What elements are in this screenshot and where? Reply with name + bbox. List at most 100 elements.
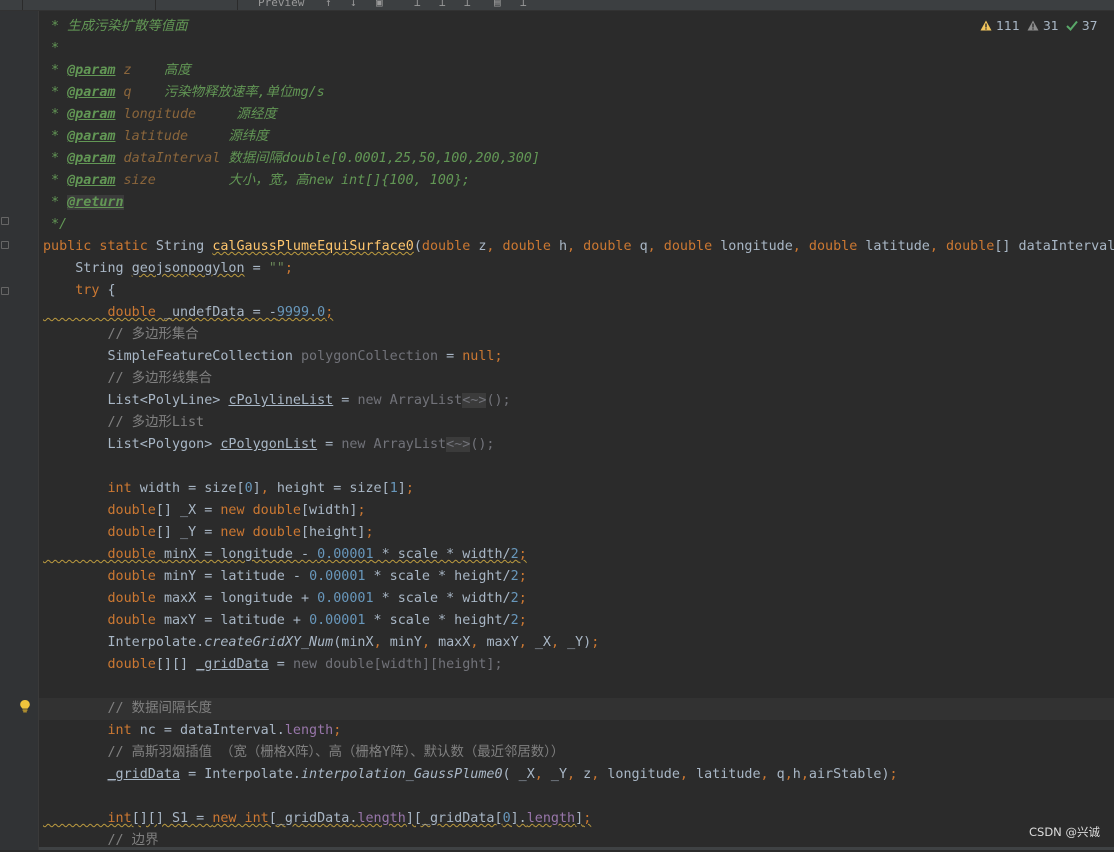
- code-token: 高度: [131, 63, 191, 78]
- code-line[interactable]: * @param size 大小，宽，高new int[]{100, 100};: [51, 170, 470, 192]
- code-line[interactable]: String geojsonpogylon = "";: [43, 258, 293, 280]
- code-token: ].: [510, 811, 527, 826]
- code-line[interactable]: double minY = latitude - 0.00001 * scale…: [43, 566, 526, 588]
- code-line[interactable]: * @param latitude 源纬度: [51, 126, 269, 148]
- code-line[interactable]: // 多边形集合: [43, 324, 199, 346]
- warnings-count: 111: [995, 18, 1020, 33]
- code-line[interactable]: * @param dataInterval 数据间隔double[0.0001,…: [51, 148, 540, 170]
- code-token: double: [43, 569, 164, 584]
- code-token: maxY = latitude +: [163, 613, 310, 628]
- code-token: @param: [67, 63, 116, 78]
- editor-tab[interactable]: [22, 0, 156, 10]
- code-token: 2: [510, 613, 519, 628]
- editor-tab[interactable]: [155, 0, 238, 10]
- fold-marker-icon[interactable]: [1, 287, 9, 295]
- align-right-icon[interactable]: ⊥: [464, 0, 471, 9]
- code-line[interactable]: double maxY = latitude + 0.00001 * scale…: [43, 610, 526, 632]
- code-token: *: [51, 195, 68, 210]
- code-line[interactable]: double[] _X = new double[width];: [43, 500, 365, 522]
- fold-marker-icon[interactable]: [1, 241, 9, 249]
- code-line[interactable]: public static String calGaussPlumeEquiSu…: [43, 236, 1114, 258]
- code-token: ,: [784, 767, 793, 782]
- fold-marker-icon[interactable]: [1, 217, 9, 225]
- code-token: (: [413, 239, 422, 254]
- code-token: cPolylineList: [228, 393, 334, 408]
- code-line[interactable]: // 数据间隔长度: [43, 698, 212, 720]
- code-token: 0.00001: [317, 591, 374, 606]
- code-token: ;: [365, 525, 374, 540]
- code-token: try: [43, 283, 108, 298]
- line-gutter[interactable]: [0, 11, 39, 850]
- code-token: // 多边形集合: [43, 327, 199, 342]
- code-token: ;: [333, 723, 342, 738]
- code-token: // 多边形线集合: [43, 371, 213, 386]
- code-line[interactable]: Interpolate.createGridXY_Num(minX, minY,…: [43, 632, 599, 654]
- preview-tab-label[interactable]: Preview: [258, 0, 304, 9]
- code-line[interactable]: _gridData = Interpolate.interpolation_Ga…: [43, 764, 898, 786]
- code-token: List<PolyLine>: [43, 393, 229, 408]
- code-line[interactable]: SimpleFeatureCollection polygonCollectio…: [43, 346, 503, 368]
- code-token: =: [268, 657, 293, 672]
- code-line[interactable]: int width = size[0], height = size[1];: [43, 478, 413, 500]
- code-token: [] dataInterval: [994, 239, 1114, 254]
- code-token: z: [115, 63, 132, 78]
- code-token: q: [115, 85, 132, 100]
- code-line[interactable]: *: [51, 38, 59, 60]
- code-line[interactable]: double _undefData = -9999.0;: [43, 302, 333, 324]
- code-token: ,: [550, 635, 568, 650]
- code-token: ][_gridData[: [405, 811, 503, 826]
- code-token: null;: [462, 349, 503, 364]
- code-token: 0.00001: [309, 613, 366, 628]
- align-left-icon[interactable]: ⊥: [414, 0, 421, 9]
- code-token: double: [43, 657, 156, 672]
- code-line[interactable]: double minX = longitude - 0.00001 * scal…: [43, 544, 526, 566]
- code-line[interactable]: double maxX = longitude + 0.00001 * scal…: [43, 588, 527, 610]
- code-line[interactable]: * @param q 污染物释放速率,单位mg/s: [51, 82, 325, 104]
- code-token: = Interpolate.: [180, 767, 301, 782]
- editor-tab[interactable]: [0, 0, 23, 10]
- inspection-widget[interactable]: 111 31 37: [980, 16, 1101, 36]
- code-line[interactable]: double[] _Y = new double[height];: [43, 522, 374, 544]
- code-token: longitude: [607, 767, 680, 782]
- code-token: createGridXY_Num: [204, 635, 334, 650]
- move-down-icon[interactable]: ↓: [350, 0, 357, 9]
- code-token: ;: [889, 767, 898, 782]
- code-token: @param: [67, 151, 116, 166]
- code-token: new double[width][height];: [292, 657, 503, 672]
- code-token: // 数据间隔长度: [43, 701, 213, 716]
- split-icon[interactable]: ▣: [376, 0, 383, 9]
- code-line[interactable]: int nc = dataInterval.length;: [43, 720, 341, 742]
- code-token: ;: [518, 591, 527, 606]
- lightbulb-icon[interactable]: [19, 699, 31, 713]
- code-line[interactable]: * @param z 高度: [51, 60, 191, 82]
- layout-icon[interactable]: ▤: [494, 0, 501, 9]
- code-line[interactable]: * @return: [51, 192, 124, 214]
- code-line[interactable]: * 生成污染扩散等值面: [51, 16, 188, 38]
- code-line[interactable]: List<PolyLine> cPolylineList = new Array…: [43, 390, 511, 412]
- code-line[interactable]: * @param longitude 源经度: [51, 104, 277, 126]
- code-line[interactable]: // 多边形List: [43, 412, 204, 434]
- move-up-icon[interactable]: ↑: [325, 0, 332, 9]
- code-token: =: [244, 261, 269, 276]
- code-line[interactable]: int[][] S1 = new int[_gridData.length][_…: [43, 808, 591, 830]
- code-token: _gridData: [107, 767, 181, 782]
- code-token: * scale * height/: [365, 569, 511, 584]
- code-token: double: [43, 503, 156, 518]
- code-token: minY: [389, 635, 422, 650]
- code-line[interactable]: // 高斯羽烟插值 （宽（栅格X阵）、高（栅格Y阵）、默认数（最近邻居数））: [43, 742, 564, 764]
- align-center-icon[interactable]: ⊥: [439, 0, 446, 9]
- code-token: "": [268, 261, 285, 276]
- code-token: ,: [534, 767, 551, 782]
- code-line[interactable]: double[][] _gridData = new double[width]…: [43, 654, 503, 676]
- code-token: [_gridData.: [268, 811, 358, 826]
- code-token: geojsonpogylon: [131, 261, 245, 276]
- code-token: ,: [260, 481, 277, 496]
- code-line[interactable]: */: [51, 214, 67, 236]
- code-token: =: [438, 349, 463, 364]
- code-token: , double: [792, 239, 866, 254]
- code-line[interactable]: // 多边形线集合: [43, 368, 212, 390]
- code-line[interactable]: List<Polygon> cPolygonList = new ArrayLi…: [43, 434, 495, 456]
- code-line[interactable]: try {: [43, 280, 115, 302]
- settings-icon[interactable]: ⊥: [520, 0, 527, 9]
